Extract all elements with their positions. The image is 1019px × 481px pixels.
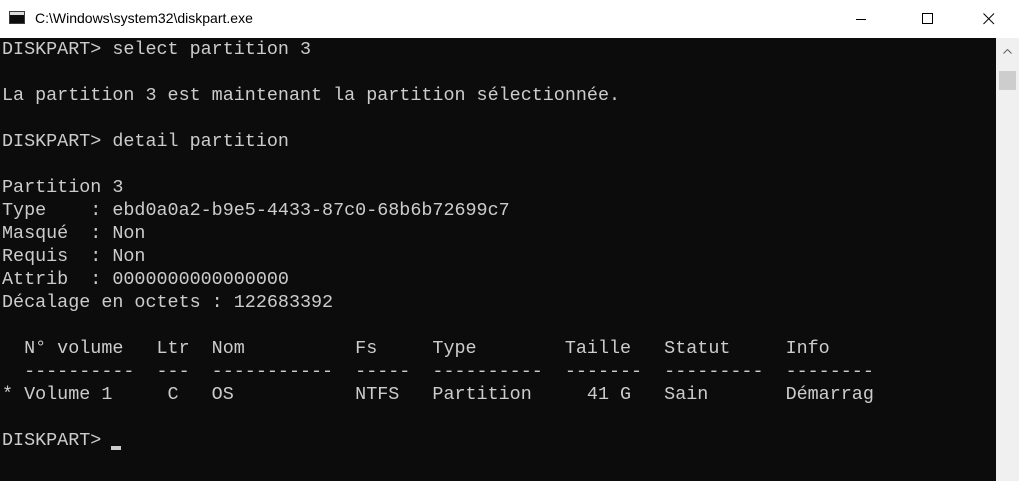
console-line: Partition 3: [2, 177, 124, 198]
scroll-up-button[interactable]: [996, 38, 1019, 68]
console-line: * Volume 1 C OS NTFS Partition 41 G Sain…: [2, 384, 874, 405]
window-title: C:\Windows\system32\diskpart.exe: [35, 10, 253, 26]
scroll-up-icon: [1003, 49, 1012, 54]
console-window: C:\Windows\system32\diskpart.exe DISKPAR…: [0, 0, 1019, 481]
maximize-icon: [922, 13, 933, 24]
console-line: Décalage en octets : 122683392: [2, 292, 334, 313]
console-line: La partition 3 est maintenant la partiti…: [2, 85, 621, 106]
close-button[interactable]: [966, 0, 1013, 38]
text-cursor: [111, 446, 121, 450]
console-line: N° volume Ltr Nom Fs Type Taille Statut …: [2, 338, 830, 359]
vertical-scrollbar[interactable]: [996, 38, 1019, 481]
minimize-icon: [856, 19, 866, 20]
console-line: ---------- --- ----------- ----- -------…: [2, 361, 874, 382]
console-line: Type : ebd0a0a2-b9e5-4433-87c0-68b6b7269…: [2, 200, 510, 221]
scroll-thumb[interactable]: [999, 71, 1016, 90]
minimize-button[interactable]: [838, 0, 885, 38]
console-line: DISKPART> select partition 3: [2, 39, 312, 60]
console-line: DISKPART> detail partition: [2, 131, 289, 152]
console-line: Requis : Non: [2, 246, 146, 267]
maximize-button[interactable]: [905, 0, 952, 38]
title-bar[interactable]: C:\Windows\system32\diskpart.exe: [0, 0, 1019, 38]
console-prompt[interactable]: DISKPART>: [2, 429, 112, 452]
console-output[interactable]: DISKPART> select partition 3 La partitio…: [0, 38, 996, 481]
console-line: Attrib : 0000000000000000: [2, 269, 289, 290]
console-line: Masqué : Non: [2, 223, 146, 244]
close-icon: [983, 13, 995, 25]
console-icon[interactable]: [9, 11, 25, 24]
